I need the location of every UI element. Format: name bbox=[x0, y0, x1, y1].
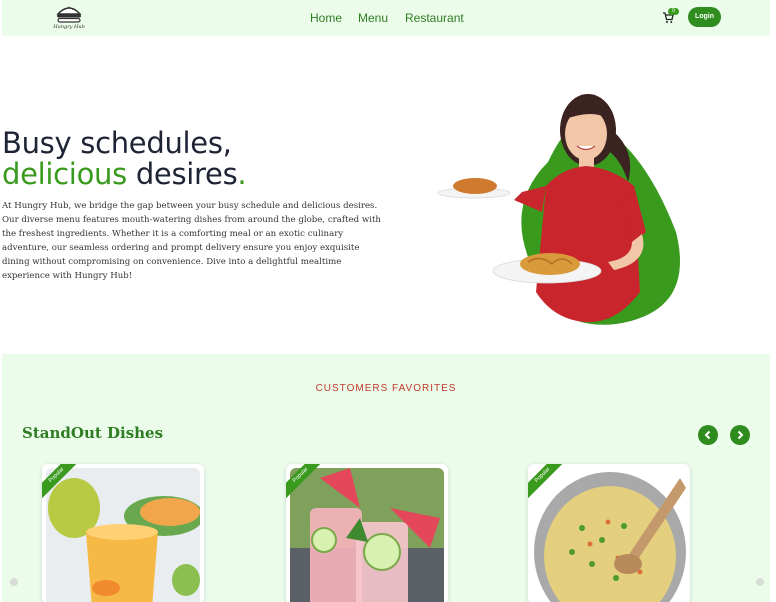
login-button[interactable]: Login bbox=[688, 7, 721, 27]
logo[interactable]: Hungry Hub bbox=[52, 3, 86, 33]
dish-image bbox=[532, 468, 686, 602]
chevron-right-icon bbox=[737, 430, 744, 440]
chevron-left-icon bbox=[704, 430, 711, 440]
carousel-prev-button[interactable] bbox=[698, 425, 718, 445]
top-navbar: Hungry Hub Home Menu Restaurant 0 Login bbox=[2, 0, 770, 36]
cart-count-badge: 0 bbox=[668, 8, 679, 15]
hero-title-accent: delicious bbox=[2, 157, 127, 191]
dish-image bbox=[46, 468, 200, 602]
nav-home[interactable]: Home bbox=[310, 11, 358, 25]
dish-card[interactable]: Popular bbox=[42, 464, 204, 602]
carousel-edge-left bbox=[10, 578, 18, 586]
dish-card[interactable]: Popular bbox=[528, 464, 690, 602]
nav-menu[interactable]: Menu bbox=[358, 11, 405, 25]
favorites-section: CUSTOMERS FAVORITES StandOut Dishes Popu… bbox=[2, 354, 770, 602]
section-title: StandOut Dishes bbox=[22, 424, 164, 442]
main-nav: Home Menu Restaurant bbox=[310, 11, 464, 25]
hero-description: At Hungry Hub, we bridge the gap between… bbox=[2, 201, 381, 281]
page: Hungry Hub Home Menu Restaurant 0 Login … bbox=[0, 0, 776, 602]
carousel-next-button[interactable] bbox=[730, 425, 750, 445]
hero-title-line1: Busy schedules, bbox=[2, 126, 232, 160]
hero-chef-illustration bbox=[437, 94, 680, 325]
section-subtitle: CUSTOMERS FAVORITES bbox=[315, 383, 457, 394]
hero-title-dot: . bbox=[237, 157, 247, 191]
hero-title-rest: desires bbox=[126, 157, 238, 191]
dish-image bbox=[290, 468, 444, 602]
hero-title: Busy schedules, delicious desires. bbox=[2, 126, 247, 191]
logo-burger-icon bbox=[56, 6, 82, 23]
logo-text: Hungry Hub bbox=[53, 24, 85, 30]
carousel-edge-right bbox=[756, 578, 764, 586]
nav-restaurant[interactable]: Restaurant bbox=[405, 11, 464, 25]
dish-card[interactable]: Popular bbox=[286, 464, 448, 602]
